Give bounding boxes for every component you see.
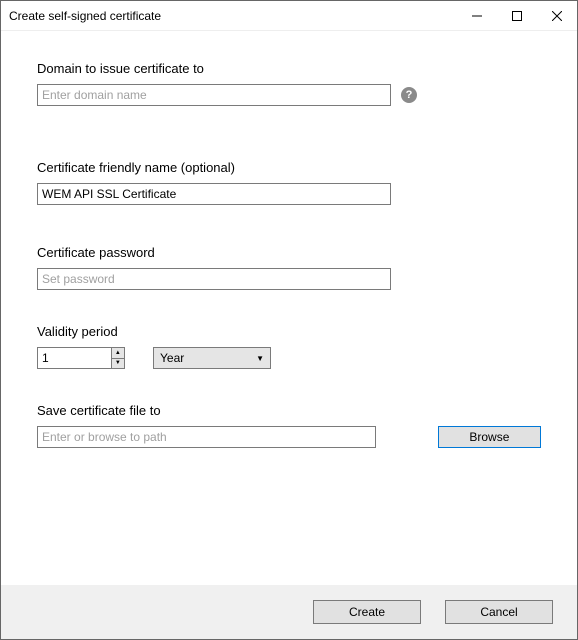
cancel-button[interactable]: Cancel: [445, 600, 553, 624]
validity-field-group: Validity period ▲ ▼ Year ▼: [37, 324, 541, 369]
spinner-up-button[interactable]: ▲: [112, 348, 124, 359]
validity-label: Validity period: [37, 324, 541, 339]
help-icon[interactable]: ?: [401, 87, 417, 103]
create-button[interactable]: Create: [313, 600, 421, 624]
validity-number-spinner[interactable]: ▲ ▼: [37, 347, 125, 369]
validity-unit-value: Year: [160, 351, 256, 365]
minimize-button[interactable]: [457, 1, 497, 30]
friendly-name-label: Certificate friendly name (optional): [37, 160, 541, 175]
maximize-icon: [512, 11, 522, 21]
close-button[interactable]: [537, 1, 577, 30]
chevron-down-icon: ▼: [256, 354, 264, 363]
password-label: Certificate password: [37, 245, 541, 260]
password-field-group: Certificate password: [37, 245, 541, 290]
close-icon: [552, 11, 562, 21]
dialog-footer: Create Cancel: [1, 585, 577, 639]
domain-field-group: Domain to issue certificate to ?: [37, 61, 541, 106]
dialog-content: Domain to issue certificate to ? Certifi…: [1, 31, 577, 585]
window-title: Create self-signed certificate: [9, 9, 457, 23]
spinner-down-button[interactable]: ▼: [112, 359, 124, 369]
maximize-button[interactable]: [497, 1, 537, 30]
save-path-input[interactable]: [37, 426, 376, 448]
domain-input[interactable]: [37, 84, 391, 106]
save-path-label: Save certificate file to: [37, 403, 541, 418]
titlebar: Create self-signed certificate: [1, 1, 577, 31]
domain-label: Domain to issue certificate to: [37, 61, 541, 76]
save-path-field-group: Save certificate file to Browse: [37, 403, 541, 448]
validity-number-input[interactable]: [38, 348, 111, 368]
minimize-icon: [472, 11, 482, 21]
friendly-name-field-group: Certificate friendly name (optional): [37, 160, 541, 205]
friendly-name-input[interactable]: [37, 183, 391, 205]
window-controls: [457, 1, 577, 30]
validity-unit-select[interactable]: Year ▼: [153, 347, 271, 369]
browse-button[interactable]: Browse: [438, 426, 541, 448]
password-input[interactable]: [37, 268, 391, 290]
